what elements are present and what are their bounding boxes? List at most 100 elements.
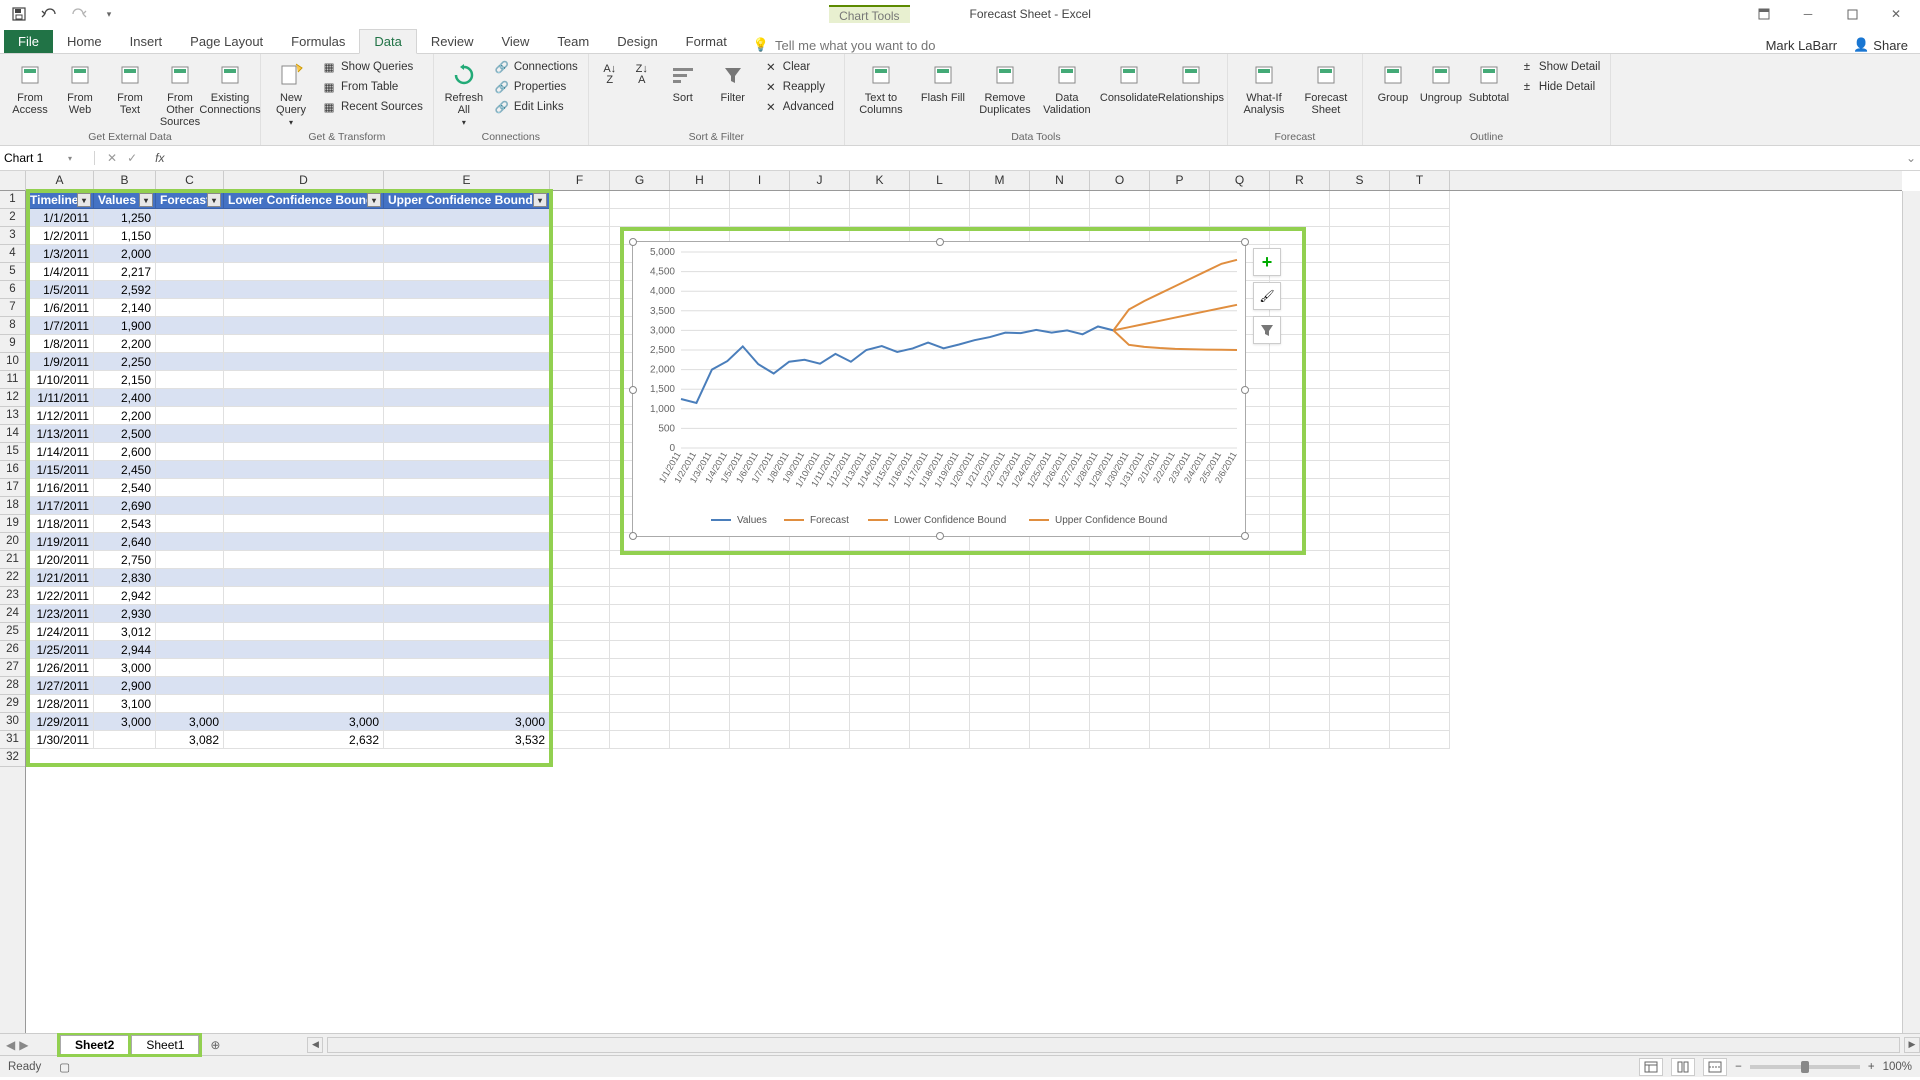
cell[interactable] bbox=[156, 227, 224, 245]
connections-button[interactable]: 🔗Connections bbox=[490, 58, 582, 76]
undo-icon[interactable] bbox=[36, 3, 62, 25]
cell[interactable] bbox=[156, 443, 224, 461]
cell[interactable]: 1,250 bbox=[94, 209, 156, 227]
chart-filter-button[interactable] bbox=[1253, 316, 1281, 344]
cell[interactable]: 3,000 bbox=[94, 659, 156, 677]
cell[interactable]: 1,900 bbox=[94, 317, 156, 335]
cell[interactable]: 1/27/2011 bbox=[26, 677, 94, 695]
cell[interactable] bbox=[224, 695, 384, 713]
cell[interactable] bbox=[384, 335, 550, 353]
flash-fill-button[interactable]: Flash Fill bbox=[913, 56, 973, 104]
cell[interactable] bbox=[224, 389, 384, 407]
cell[interactable] bbox=[384, 245, 550, 263]
tab-formulas[interactable]: Formulas bbox=[277, 30, 359, 53]
cell[interactable]: 3,000 bbox=[224, 713, 384, 731]
cell[interactable] bbox=[156, 695, 224, 713]
chart-series-line[interactable] bbox=[1113, 330, 1237, 350]
subtotal-button[interactable]: Subtotal bbox=[1465, 56, 1513, 104]
row-header[interactable]: 31 bbox=[0, 731, 25, 749]
cell[interactable]: 2,930 bbox=[94, 605, 156, 623]
cell[interactable]: 2,450 bbox=[94, 461, 156, 479]
cell[interactable] bbox=[156, 479, 224, 497]
cell[interactable]: 1/19/2011 bbox=[26, 533, 94, 551]
vertical-scrollbar[interactable] bbox=[1902, 191, 1920, 1033]
cell[interactable]: 2,150 bbox=[94, 371, 156, 389]
cell[interactable] bbox=[384, 299, 550, 317]
filter-button[interactable]: Filter bbox=[709, 56, 757, 104]
cell[interactable]: 2,690 bbox=[94, 497, 156, 515]
cell[interactable]: 2,540 bbox=[94, 479, 156, 497]
cell[interactable] bbox=[156, 677, 224, 695]
cell[interactable]: 1/9/2011 bbox=[26, 353, 94, 371]
cell[interactable] bbox=[156, 605, 224, 623]
cell[interactable]: 1/26/2011 bbox=[26, 659, 94, 677]
cell[interactable] bbox=[384, 425, 550, 443]
cell[interactable]: 1/23/2011 bbox=[26, 605, 94, 623]
cell[interactable] bbox=[384, 695, 550, 713]
cell[interactable] bbox=[384, 623, 550, 641]
legend-entry[interactable]: Lower Confidence Bound bbox=[894, 515, 1006, 526]
tab-team[interactable]: Team bbox=[543, 30, 603, 53]
cell[interactable] bbox=[156, 245, 224, 263]
minimize-icon[interactable]: ─ bbox=[1788, 2, 1828, 26]
cell[interactable]: 2,543 bbox=[94, 515, 156, 533]
cell[interactable]: 2,200 bbox=[94, 407, 156, 425]
cell[interactable]: 1/14/2011 bbox=[26, 443, 94, 461]
user-name[interactable]: Mark LaBarr bbox=[1766, 38, 1838, 53]
cell[interactable] bbox=[224, 245, 384, 263]
cell[interactable]: 1/28/2011 bbox=[26, 695, 94, 713]
cell[interactable] bbox=[156, 263, 224, 281]
cell[interactable]: 2,942 bbox=[94, 587, 156, 605]
cell[interactable]: 1/15/2011 bbox=[26, 461, 94, 479]
tab-format[interactable]: Format bbox=[672, 30, 741, 53]
qat-customize-icon[interactable]: ▾ bbox=[96, 3, 122, 25]
sort-az-button[interactable]: A↓Z bbox=[595, 56, 625, 90]
cell[interactable] bbox=[156, 425, 224, 443]
cell[interactable] bbox=[384, 317, 550, 335]
what-if-analysis-button[interactable]: What-If Analysis bbox=[1234, 56, 1294, 116]
cell[interactable]: 1/3/2011 bbox=[26, 245, 94, 263]
cell[interactable] bbox=[156, 659, 224, 677]
cell[interactable] bbox=[156, 281, 224, 299]
cell[interactable]: 3,000 bbox=[156, 713, 224, 731]
row-header[interactable]: 13 bbox=[0, 407, 25, 425]
tab-nav-next-icon[interactable]: ▶ bbox=[19, 1038, 28, 1052]
cell[interactable] bbox=[224, 641, 384, 659]
new-sheet-button[interactable]: ⊕ bbox=[203, 1035, 227, 1055]
cell[interactable] bbox=[384, 569, 550, 587]
cell[interactable] bbox=[384, 407, 550, 425]
column-header[interactable]: I bbox=[730, 171, 790, 190]
column-header[interactable]: G bbox=[610, 171, 670, 190]
row-header[interactable]: 30 bbox=[0, 713, 25, 731]
cell[interactable] bbox=[156, 623, 224, 641]
view-page-break-icon[interactable] bbox=[1703, 1058, 1727, 1076]
cell[interactable]: 1/30/2011 bbox=[26, 731, 94, 749]
row-header[interactable]: 4 bbox=[0, 245, 25, 263]
cell[interactable]: 1/1/2011 bbox=[26, 209, 94, 227]
cell[interactable] bbox=[156, 569, 224, 587]
tab-design[interactable]: Design bbox=[603, 30, 671, 53]
cell[interactable] bbox=[384, 209, 550, 227]
formula-input[interactable] bbox=[170, 151, 1902, 165]
row-header[interactable]: 15 bbox=[0, 443, 25, 461]
sheet-tab[interactable]: Sheet1 bbox=[131, 1035, 199, 1054]
cell[interactable] bbox=[384, 659, 550, 677]
row-header[interactable]: 6 bbox=[0, 281, 25, 299]
close-icon[interactable]: ✕ bbox=[1876, 2, 1916, 26]
cell[interactable] bbox=[384, 587, 550, 605]
chart-styles-button[interactable]: 🖌 bbox=[1253, 282, 1281, 310]
chart-elements-button[interactable]: + bbox=[1253, 248, 1281, 276]
save-icon[interactable] bbox=[6, 3, 32, 25]
from-access-button[interactable]: From Access bbox=[6, 56, 54, 116]
ribbon-display-icon[interactable] bbox=[1744, 2, 1784, 26]
group-button[interactable]: Group bbox=[1369, 56, 1417, 104]
cell[interactable] bbox=[384, 551, 550, 569]
row-header[interactable]: 7 bbox=[0, 299, 25, 317]
cell[interactable]: 1/6/2011 bbox=[26, 299, 94, 317]
cell[interactable] bbox=[156, 551, 224, 569]
show-queries-button[interactable]: ▦Show Queries bbox=[317, 58, 427, 76]
cell[interactable] bbox=[224, 227, 384, 245]
from-text-button[interactable]: From Text bbox=[106, 56, 154, 116]
cell[interactable]: 2,830 bbox=[94, 569, 156, 587]
cell[interactable] bbox=[384, 677, 550, 695]
